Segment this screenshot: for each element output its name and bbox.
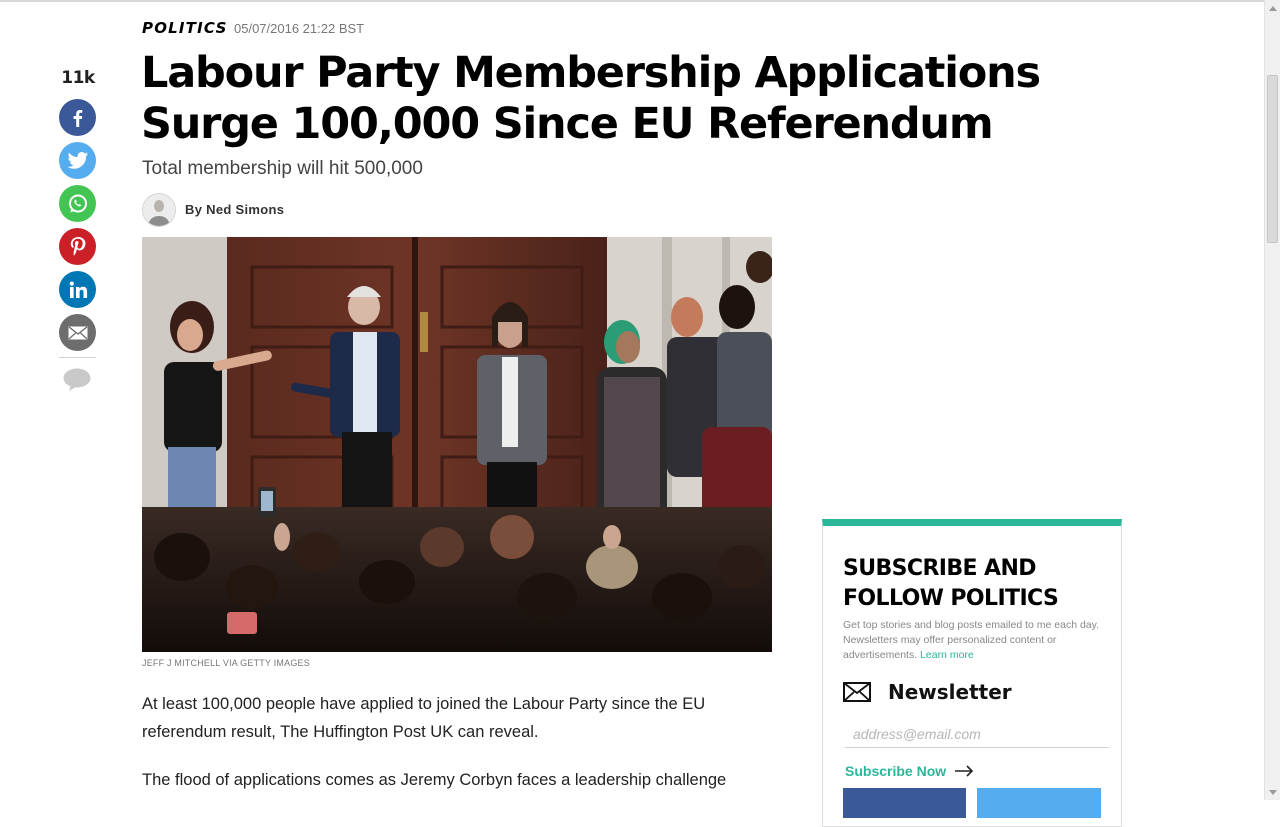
scroll-up-arrow-icon[interactable]	[1265, 0, 1280, 16]
linkedin-icon	[69, 281, 87, 298]
subscribe-description: Get top stories and blog posts emailed t…	[843, 618, 1105, 663]
photo-credit: JEFF J MITCHELL VIA GETTY IMAGES	[142, 658, 310, 668]
section-label[interactable]: POLITICS	[142, 19, 228, 37]
article-paragraph-2: The flood of applications comes as Jerem…	[142, 771, 727, 789]
pinterest-share-button[interactable]	[59, 228, 96, 265]
facebook-follow-button[interactable]	[843, 788, 966, 818]
comment-icon[interactable]	[62, 367, 92, 398]
article-headline: Labour Party Membership Applications Sur…	[141, 48, 1041, 149]
whatsapp-share-button[interactable]	[59, 185, 96, 222]
subscribe-now-button[interactable]: Subscribe Now	[845, 763, 974, 779]
facebook-share-button[interactable]	[59, 99, 96, 136]
article-paragraph-1: At least 100,000 people have applied to …	[142, 695, 706, 741]
author-byline[interactable]: By Ned Simons	[185, 202, 284, 217]
article-timestamp: 05/07/2016 21:22 BST	[234, 21, 365, 36]
mail-icon	[68, 325, 87, 339]
arrow-right-icon	[955, 765, 974, 777]
subscribe-title: SUBSCRIBE AND FOLLOW POLITICS	[843, 556, 1059, 611]
subscribe-box: SUBSCRIBE AND FOLLOW POLITICS Get top st…	[822, 519, 1122, 827]
twitter-icon	[67, 151, 88, 169]
article-subheadline: Total membership will hit 500,000	[142, 158, 423, 179]
subscribe-now-label: Subscribe Now	[845, 763, 947, 779]
author-avatar[interactable]	[142, 193, 176, 227]
top-border	[0, 0, 1264, 2]
share-count: 11k	[61, 68, 95, 88]
newsletter-label: Newsletter	[888, 680, 1012, 704]
learn-more-link[interactable]: Learn more	[920, 649, 974, 661]
whatsapp-icon	[68, 194, 87, 212]
email-input[interactable]	[845, 721, 1109, 748]
facebook-icon	[73, 109, 82, 127]
scroll-down-arrow-icon[interactable]	[1265, 784, 1280, 800]
envelope-icon	[843, 682, 871, 702]
email-share-button[interactable]	[59, 314, 96, 351]
pinterest-icon	[70, 236, 85, 256]
scrollbar-thumb[interactable]	[1267, 75, 1278, 243]
article-photo	[142, 237, 772, 652]
linkedin-share-button[interactable]	[59, 271, 96, 308]
twitter-follow-button[interactable]	[977, 788, 1101, 818]
vertical-scrollbar[interactable]	[1264, 0, 1280, 800]
twitter-share-button[interactable]	[59, 142, 96, 179]
share-divider	[59, 357, 96, 358]
